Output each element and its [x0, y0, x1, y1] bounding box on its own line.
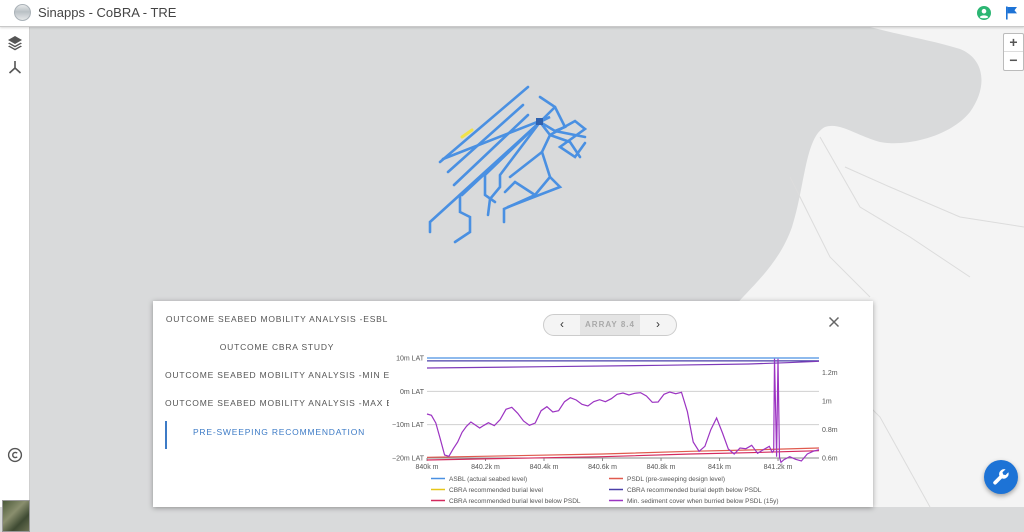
x-tick-label: 840k m [416, 464, 439, 471]
y-left-tick-label: 0m LAT [400, 389, 425, 396]
layers-icon[interactable] [7, 35, 23, 51]
legend-entry[interactable]: Min. sediment cover when burried below P… [627, 498, 779, 505]
layer-tab-cbra-study[interactable]: OUTCOME CBRA STUDY [165, 337, 389, 357]
close-icon[interactable] [828, 316, 840, 328]
next-array-button[interactable]: › [640, 315, 676, 335]
substation-marker[interactable] [536, 118, 543, 125]
legend-entry[interactable]: PSDL (pre-sweeping design level) [627, 476, 725, 483]
x-tick-label: 840.2k m [471, 464, 500, 471]
flag-icon[interactable] [1005, 6, 1018, 20]
app-logo[interactable] [14, 4, 31, 21]
x-tick-label: 840.8k m [647, 464, 676, 471]
lake [881, 51, 966, 118]
x-tick-label: 840.4k m [530, 464, 559, 471]
zoom-in-button[interactable]: + [1004, 34, 1023, 52]
x-tick-label: 841.2k m [764, 464, 793, 471]
previous-array-button[interactable]: ‹ [544, 315, 580, 335]
array-navigator: ‹ ARRAY 8.4 › [543, 314, 677, 336]
legend-entry[interactable]: CBRA recommended burial level below PSDL [449, 498, 581, 505]
profile-panel: OUTCOME SEABED MOBILITY ANALYSIS -ESBL O… [153, 301, 873, 507]
wrench-icon [993, 469, 1009, 485]
legend-entry[interactable]: CBRA recommended burial level [449, 487, 543, 494]
copyright-icon[interactable] [7, 447, 23, 463]
network-split-icon[interactable] [7, 59, 23, 75]
x-tick-label: 841k m [708, 464, 731, 471]
legend-entry[interactable]: CBRA recommended burial depth below PSDL [627, 487, 762, 494]
user-account-icon[interactable] [977, 6, 991, 20]
y-right-tick-label: 1m [822, 398, 832, 405]
x-tick-label: 840.6k m [588, 464, 617, 471]
tools-button[interactable] [984, 460, 1018, 494]
app-title: Sinapps - CoBRA - TRE [38, 5, 177, 20]
y-right-tick-label: 0.6m [822, 456, 838, 463]
y-left-tick-label: −20m LAT [392, 456, 425, 463]
basemap-thumbnail[interactable] [2, 500, 30, 532]
layer-tab-max-esbl[interactable]: OUTCOME SEABED MOBILITY ANALYSIS -MAX ES… [165, 393, 389, 413]
profile-chart: 10m LAT 0m LAT −10m LAT −20m LAT 1.2m 1m 0.8m 0… [392, 356, 838, 506]
series-line [426, 358, 820, 464]
y-right-tick-label: 1.2m [822, 370, 838, 377]
layer-tab-min-esbl[interactable]: OUTCOME SEABED MOBILITY ANALYSIS -MIN ES… [165, 365, 389, 385]
y-right-tick-label: 0.8m [822, 427, 838, 434]
zoom-control: + − [1003, 33, 1024, 71]
layer-tab-esbl[interactable]: OUTCOME SEABED MOBILITY ANALYSIS -ESBL [165, 309, 389, 329]
legend-entry[interactable]: ASBL (actual seabed level) [449, 476, 527, 483]
series-line [426, 360, 820, 369]
left-toolbar [0, 27, 30, 532]
array-label: ARRAY 8.4 [580, 315, 640, 335]
y-left-tick-label: 10m LAT [396, 356, 425, 363]
layer-tab-pre-sweeping[interactable]: PRE-SWEEPING RECOMMENDATION [165, 421, 391, 449]
zoom-out-button[interactable]: − [1004, 52, 1023, 69]
top-bar: Sinapps - CoBRA - TRE [0, 0, 1024, 27]
y-left-tick-label: −10m LAT [392, 422, 425, 429]
